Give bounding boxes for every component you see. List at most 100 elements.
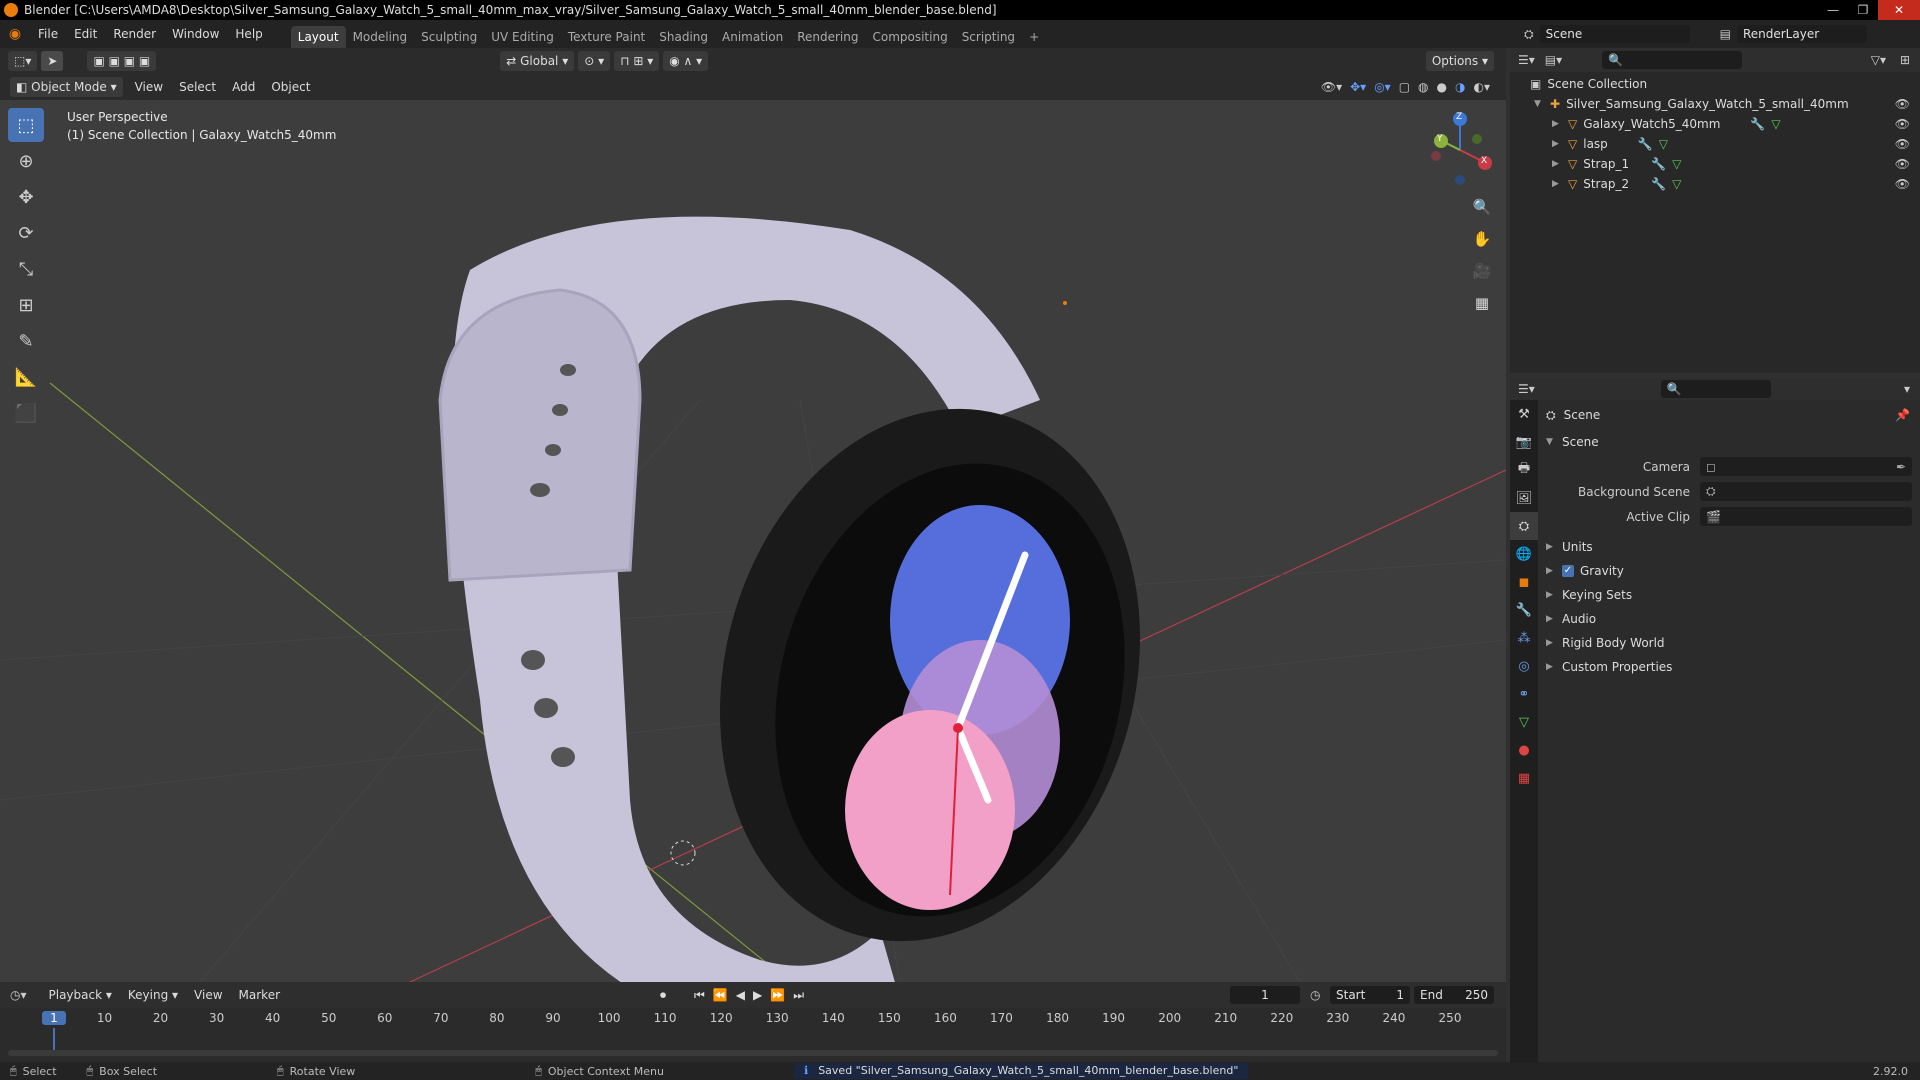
outliner-editor-icon[interactable]: ☰▾ <box>1518 53 1535 67</box>
3d-cursor[interactable] <box>670 840 696 866</box>
visibility-eye-icon[interactable]: 👁 <box>1895 97 1910 111</box>
outliner-object-row[interactable]: ▶ ▽ Strap_2 🔧 ▽ 👁 <box>1510 174 1920 194</box>
move-tool-icon[interactable]: ✥ <box>8 180 44 214</box>
xray-icon[interactable]: ▢ <box>1399 80 1410 94</box>
render-tab-icon[interactable]: 📷 <box>1510 428 1538 456</box>
active-clip-field[interactable]: 🎬 <box>1700 507 1912 526</box>
pin-icon[interactable]: 📌 <box>1895 408 1910 422</box>
add-cube-tool-icon[interactable]: ⬛ <box>8 396 44 430</box>
close-button[interactable]: ✕ <box>1878 0 1920 20</box>
expand-chevron-icon[interactable]: ▶ <box>1552 159 1560 169</box>
frame-ruler[interactable]: 1 10 20 30 40 50 60 70 80 90 100 110 120 130 140 150 160… <box>0 1008 1506 1056</box>
menu-keying[interactable]: Keying ▾ <box>120 981 186 1009</box>
expand-chevron-icon[interactable]: ▼ <box>1534 99 1542 109</box>
world-tab-icon[interactable]: 🌐 <box>1510 540 1538 568</box>
tab-compositing[interactable]: Compositing <box>865 26 954 48</box>
transform-orientation-dropdown[interactable]: ⇄ Global ▾ <box>500 51 575 71</box>
annotate-tool-icon[interactable]: ✎ <box>8 324 44 358</box>
outliner-scene-collection[interactable]: ▣ Scene Collection <box>1510 74 1920 94</box>
view-layer-tab-icon[interactable]: 🖼 <box>1510 484 1538 512</box>
visibility-icon[interactable]: 👁▾ <box>1321 80 1342 94</box>
expand-chevron-icon[interactable]: ▶ <box>1552 139 1560 149</box>
scene-selector[interactable]: Scene <box>1539 25 1690 43</box>
play-icon[interactable]: ▶ <box>753 988 762 1003</box>
visibility-eye-icon[interactable]: 👁 <box>1895 117 1910 131</box>
blender-menu-icon[interactable]: ◉ <box>0 26 30 42</box>
viewport-menu-view[interactable]: View <box>127 73 171 101</box>
ortho-grid-icon[interactable]: ▦ <box>1467 288 1497 318</box>
keying-sets-panel[interactable]: ▶ Keying Sets <box>1510 583 1920 607</box>
visibility-eye-icon[interactable]: 👁 <box>1895 157 1910 171</box>
wireframe-shading-icon[interactable]: ◍ <box>1418 80 1428 94</box>
select-tool-icon[interactable]: ➤ <box>41 51 64 71</box>
select-box-tool-icon[interactable]: ⬚ <box>8 108 44 142</box>
menu-file[interactable]: File <box>30 20 66 48</box>
menu-help[interactable]: Help <box>227 20 270 48</box>
minimize-button[interactable]: — <box>1818 0 1848 20</box>
jump-end-icon[interactable]: ⏭ <box>793 988 804 1003</box>
current-frame-field[interactable]: 1 <box>1230 986 1300 1004</box>
menu-render[interactable]: Render <box>105 20 164 48</box>
start-frame-field[interactable]: Start 1 <box>1330 986 1410 1004</box>
texture-tab-icon[interactable]: ▦ <box>1510 764 1538 792</box>
solid-shading-icon[interactable]: ● <box>1437 80 1447 94</box>
tab-rendering[interactable]: Rendering <box>790 26 865 48</box>
rigid-body-world-panel[interactable]: ▶ Rigid Body World <box>1510 631 1920 655</box>
gizmo-toggle-icon[interactable]: ✥▾ <box>1350 80 1366 94</box>
display-mode-icon[interactable]: ▤▾ <box>1545 53 1562 67</box>
proportional-edit-icon[interactable]: ◉ ∧ ▾ <box>663 51 709 71</box>
visibility-eye-icon[interactable]: 👁 <box>1895 137 1910 151</box>
transform-tool-icon[interactable]: ⊞ <box>8 288 44 322</box>
menu-playback[interactable]: Playback ▾ <box>41 981 120 1009</box>
end-frame-field[interactable]: End 250 <box>1414 986 1494 1004</box>
menu-marker[interactable]: Marker <box>231 981 288 1009</box>
tab-animation[interactable]: Animation <box>715 26 790 48</box>
outliner-search-input[interactable]: 🔍 <box>1602 51 1743 69</box>
tab-scripting[interactable]: Scripting <box>955 26 1022 48</box>
menu-window[interactable]: Window <box>164 20 227 48</box>
measure-tool-icon[interactable]: 📐 <box>8 360 44 394</box>
tab-shading[interactable]: Shading <box>652 26 715 48</box>
viewport-menu-object[interactable]: Object <box>263 73 318 101</box>
pan-hand-icon[interactable]: ✋ <box>1467 224 1497 254</box>
rotate-tool-icon[interactable]: ⟳ <box>8 216 44 250</box>
properties-editor-icon[interactable]: ☰▾ <box>1518 382 1535 396</box>
viewport-menu-add[interactable]: Add <box>224 73 263 101</box>
eyedropper-icon[interactable]: ✒ <box>1896 460 1906 474</box>
scale-tool-icon[interactable]: ⤡ <box>8 252 44 286</box>
prev-key-icon[interactable]: ⏪ <box>713 988 728 1003</box>
units-panel[interactable]: ▶ Units <box>1510 535 1920 559</box>
zoom-icon[interactable]: 🔍 <box>1467 192 1497 222</box>
properties-search-input[interactable]: 🔍 <box>1660 380 1771 398</box>
material-tab-icon[interactable]: ● <box>1510 736 1538 764</box>
tab-sculpting[interactable]: Sculpting <box>414 26 484 48</box>
selection-mode-icons[interactable]: ▣ ▣ ▣ ▣ <box>87 51 157 71</box>
outliner-object-row[interactable]: ▶ ▽ Galaxy_Watch5_40mm 🔧 ▽ 👁 <box>1510 114 1920 134</box>
scene-panel-header[interactable]: ▼ Scene <box>1510 430 1920 454</box>
background-scene-field[interactable]: ⛭ <box>1700 482 1912 501</box>
expand-chevron-icon[interactable]: ▶ <box>1552 119 1560 129</box>
timeline-scrollbar[interactable] <box>8 1050 1498 1056</box>
filter-icon[interactable]: ▽▾ <box>1871 53 1886 67</box>
renderlayer-selector[interactable]: RenderLayer <box>1736 25 1867 43</box>
next-key-icon[interactable]: ⏩ <box>770 988 785 1003</box>
material-shading-icon[interactable]: ◑ <box>1455 80 1465 94</box>
visibility-eye-icon[interactable]: 👁 <box>1895 177 1910 191</box>
tool-tab-icon[interactable]: ⚒ <box>1510 400 1538 428</box>
custom-properties-panel[interactable]: ▶ Custom Properties <box>1510 655 1920 679</box>
menu-edit[interactable]: Edit <box>66 20 105 48</box>
object-tab-icon[interactable]: ◼ <box>1510 568 1538 596</box>
output-tab-icon[interactable]: 🖶 <box>1510 456 1538 484</box>
maximize-button[interactable]: ❐ <box>1848 0 1878 20</box>
expand-chevron-icon[interactable]: ▶ <box>1552 179 1560 189</box>
mode-dropdown[interactable]: ◧ Object Mode ▾ <box>10 77 123 97</box>
camera-view-icon[interactable]: 🎥 <box>1467 256 1497 286</box>
3d-viewport[interactable]: User Perspective (1) Scene Collection | … <box>0 100 1506 982</box>
auto-key-icon[interactable]: ⏺ <box>660 988 666 1003</box>
scene-tab-icon[interactable]: ⛭ <box>1510 512 1538 540</box>
physics-tab-icon[interactable]: ◎ <box>1510 652 1538 680</box>
outliner-object-row[interactable]: ▶ ▽ lasp 🔧 ▽ 👁 <box>1510 134 1920 154</box>
outliner-collection-row[interactable]: ▼ ✚ Silver_Samsung_Galaxy_Watch_5_small_… <box>1510 94 1920 114</box>
preview-range-icon[interactable]: ◷ <box>1310 988 1320 1002</box>
outliner-object-row[interactable]: ▶ ▽ Strap_1 🔧 ▽ 👁 <box>1510 154 1920 174</box>
